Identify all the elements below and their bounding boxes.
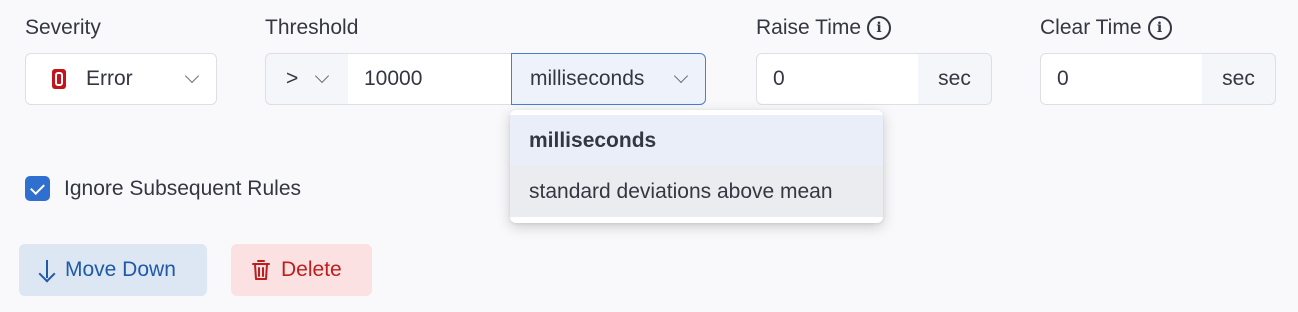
clear-time-label: Clear Time i <box>1040 16 1172 40</box>
ignore-subsequent-rules-row: Ignore Subsequent Rules <box>25 176 301 201</box>
dropdown-option-label: milliseconds <box>529 128 657 152</box>
raise-time-unit-text: sec <box>938 67 971 90</box>
raise-time-label: Raise Time i <box>756 16 892 40</box>
threshold-unit-select[interactable]: milliseconds <box>511 53 706 105</box>
ignore-subsequent-rules-checkbox[interactable] <box>25 176 50 201</box>
delete-button[interactable]: Delete <box>231 244 372 296</box>
unit-dropdown-menu: milliseconds standard deviations above m… <box>510 110 883 223</box>
operator-value: > <box>286 67 299 90</box>
raise-time-label-text: Raise Time <box>756 16 862 39</box>
severity-select[interactable]: Error <box>25 53 217 105</box>
arrow-down-icon <box>39 259 55 281</box>
dropdown-option-milliseconds[interactable]: milliseconds <box>510 115 883 166</box>
threshold-value: 10000 <box>364 67 423 90</box>
move-down-label: Move Down <box>65 258 176 281</box>
delete-label: Delete <box>281 258 342 281</box>
move-down-button[interactable]: Move Down <box>19 244 207 296</box>
clear-time-unit-text: sec <box>1222 67 1255 90</box>
dropdown-option-label: standard deviations above mean <box>529 179 833 203</box>
raise-time-unit: sec <box>918 53 992 105</box>
dropdown-option-std-dev[interactable]: standard deviations above mean <box>510 166 883 217</box>
info-icon[interactable]: i <box>867 16 892 40</box>
severity-value: Error <box>86 67 133 90</box>
info-icon[interactable]: i <box>1147 16 1172 40</box>
threshold-label-text: Threshold <box>265 16 359 39</box>
ignore-subsequent-rules-label[interactable]: Ignore Subsequent Rules <box>64 177 301 201</box>
chevron-down-icon <box>675 73 687 85</box>
raise-time-input[interactable]: 0 <box>756 53 920 105</box>
threshold-label: Threshold <box>265 16 358 40</box>
severity-label: Severity <box>25 16 101 40</box>
threshold-unit-value: milliseconds <box>530 67 645 90</box>
raise-time-value: 0 <box>773 67 785 90</box>
clear-time-unit: sec <box>1202 53 1276 105</box>
trash-icon <box>252 260 270 280</box>
chevron-down-icon <box>316 73 328 85</box>
threshold-value-input[interactable]: 10000 <box>348 53 512 105</box>
clear-time-label-text: Clear Time <box>1040 16 1142 39</box>
clear-time-input[interactable]: 0 <box>1040 53 1204 105</box>
severity-label-text: Severity <box>25 16 101 39</box>
error-severity-icon <box>52 69 66 89</box>
operator-select[interactable]: > <box>265 53 349 105</box>
chevron-down-icon <box>186 73 198 85</box>
clear-time-value: 0 <box>1057 67 1069 90</box>
